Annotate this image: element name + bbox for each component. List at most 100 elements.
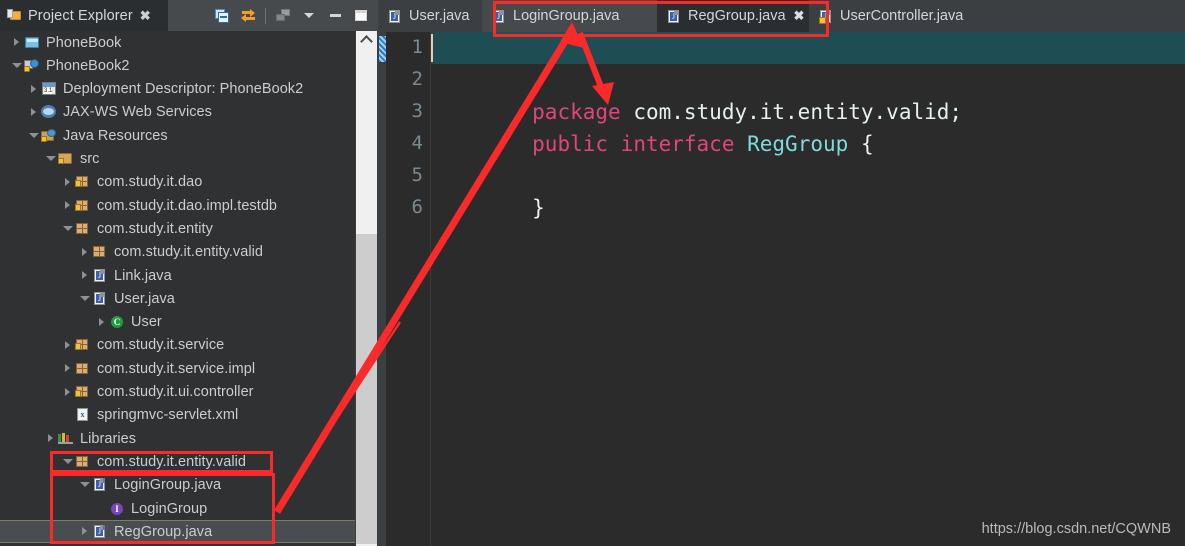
link-editor-icon: [240, 8, 256, 23]
tree-item[interactable]: com.study.it.entity.valid: [0, 241, 355, 264]
tree-item[interactable]: Deployment Descriptor: PhoneBook2: [0, 78, 355, 101]
minimize-button[interactable]: [322, 4, 348, 28]
code-line-5[interactable]: }: [431, 160, 545, 220]
tree-item[interactable]: com.study.it.service: [0, 334, 355, 357]
code-open-brace: {: [860, 132, 874, 156]
line-number: 5: [411, 164, 423, 186]
folder-icon: [24, 35, 41, 51]
tree-item[interactable]: src: [0, 148, 355, 171]
tree-item[interactable]: com.study.it.dao: [0, 171, 355, 194]
tree-item[interactable]: PhoneBook2: [0, 54, 355, 77]
tree-item[interactable]: JAX-WS Web Services: [0, 101, 355, 124]
line-number: 4: [411, 132, 423, 154]
tree-item-label: com.study.it.dao.impl.testdb: [97, 197, 278, 214]
source-folder-icon: [58, 151, 75, 167]
tree-item-label: com.study.it.entity.valid: [114, 244, 263, 261]
tree-item[interactable]: com.study.it.dao.impl.testdb: [0, 194, 355, 217]
view-tab-strip: Project Explorer ✖: [0, 0, 378, 31]
code-keyword-public: public: [532, 132, 609, 156]
package-locked-icon: [75, 384, 92, 400]
tree-item-label: com.study.it.dao: [97, 174, 203, 191]
eclipse-ide-window: Project Explorer ✖ PhoneBook PhoneBook2 …: [0, 0, 1185, 546]
expand-arrow-icon[interactable]: [27, 105, 41, 119]
expand-arrow-icon[interactable]: [44, 432, 58, 446]
collapse-arrow-icon[interactable]: [61, 222, 75, 236]
tree-item[interactable]: Java Resources: [0, 124, 355, 147]
java-file-icon: J: [92, 268, 109, 284]
tree-item[interactable]: Libraries: [0, 427, 355, 450]
maximize-button[interactable]: [348, 4, 374, 28]
collapse-arrow-icon[interactable]: [27, 129, 41, 143]
libraries-icon: [58, 431, 75, 447]
toolbar-separator: [265, 7, 266, 24]
tree-item[interactable]: com.study.it.entity: [0, 217, 355, 240]
tab-highlight-box: [493, 1, 829, 37]
line-number-column: 1 2 3 4 5 6: [386, 32, 430, 546]
project-icon: [24, 58, 41, 74]
expand-arrow-icon[interactable]: [10, 36, 24, 50]
editor-tab[interactable]: J User.java: [378, 0, 482, 32]
editor-tab-label: User.java: [409, 8, 470, 24]
deployment-descriptor-icon: [41, 81, 58, 97]
xml-file-icon: x: [75, 407, 92, 423]
tree-item[interactable]: J User.java: [0, 287, 355, 310]
scroll-up-arrow-icon[interactable]: [356, 31, 377, 48]
line-number: 3: [411, 100, 423, 122]
scrollbar-thumb[interactable]: [356, 234, 377, 544]
package-locked-icon: [75, 198, 92, 214]
collapse-arrow-icon[interactable]: [10, 59, 24, 73]
collapse-arrow-icon[interactable]: [44, 152, 58, 166]
expand-arrow-icon[interactable]: [95, 315, 109, 329]
package-icon: [75, 361, 92, 377]
tree-item-label: src: [80, 151, 100, 167]
expand-arrow-icon[interactable]: [61, 385, 75, 399]
project-explorer-icon: [7, 8, 22, 23]
group-files-highlight-box: [50, 473, 275, 544]
collapse-all-button[interactable]: [209, 4, 235, 28]
expand-arrow-icon[interactable]: [61, 362, 75, 376]
tree-item-label: User: [131, 314, 162, 331]
expand-arrow-icon[interactable]: [78, 269, 92, 283]
tree-item-label: User.java: [114, 290, 175, 307]
close-icon[interactable]: ✖: [140, 8, 151, 24]
tree-item[interactable]: J Link.java: [0, 264, 355, 287]
editor-tab[interactable]: J UserController.java: [809, 0, 989, 32]
expand-arrow-icon[interactable]: [78, 245, 92, 259]
java-file-icon: J: [92, 291, 109, 307]
expand-arrow-icon[interactable]: [27, 82, 41, 96]
editor-marker-gutter[interactable]: [378, 32, 386, 546]
tree-item-label: Deployment Descriptor: PhoneBook2: [63, 81, 304, 98]
expand-arrow-icon[interactable]: [61, 338, 75, 352]
tree-item[interactable]: PhoneBook: [0, 31, 355, 54]
tree-vertical-scrollbar[interactable]: [355, 31, 378, 546]
code-text-area[interactable]: package com.study.it.entity.valid; publi…: [431, 32, 1185, 546]
view-tab-label: Project Explorer: [28, 7, 133, 24]
line-number: 1: [411, 36, 423, 58]
tree-item[interactable]: com.study.it.ui.controller: [0, 381, 355, 404]
package-node-highlight-box: [50, 451, 273, 473]
code-editor-area: J User.java J LoginGroup.java J RegGroup.java…: [378, 0, 1185, 546]
code-close-brace: }: [532, 196, 545, 220]
tree-item[interactable]: C User: [0, 311, 355, 334]
link-with-editor-button[interactable]: [235, 4, 261, 28]
tree-item-label: com.study.it.ui.controller: [97, 384, 254, 400]
tree-item-label: Libraries: [80, 430, 137, 447]
tree-item-label: springmvc-servlet.xml: [97, 407, 239, 424]
java-resources-icon: [41, 128, 58, 144]
collapse-arrow-icon[interactable]: [78, 292, 92, 306]
tree-item-label: PhoneBook2: [46, 57, 130, 74]
tree-item-label: com.study.it.entity: [97, 220, 213, 237]
package-locked-icon: [75, 337, 92, 353]
package-declaration-marker-icon: [379, 36, 386, 62]
line-number: 2: [411, 68, 423, 90]
tree-item[interactable]: com.study.it.service.impl: [0, 357, 355, 380]
expand-arrow-icon[interactable]: [61, 175, 75, 189]
tree-item[interactable]: x springmvc-servlet.xml: [0, 404, 355, 427]
view-menu-button[interactable]: [296, 4, 322, 28]
collapse-all-icon: [215, 8, 229, 23]
code-line-3[interactable]: public interface RegGroup {: [431, 96, 873, 156]
tree-item-label: JAX-WS Web Services: [63, 104, 212, 121]
expand-arrow-icon[interactable]: [61, 199, 75, 213]
focus-on-active-task-button[interactable]: [270, 4, 296, 28]
tab-project-explorer[interactable]: Project Explorer ✖: [0, 0, 168, 31]
